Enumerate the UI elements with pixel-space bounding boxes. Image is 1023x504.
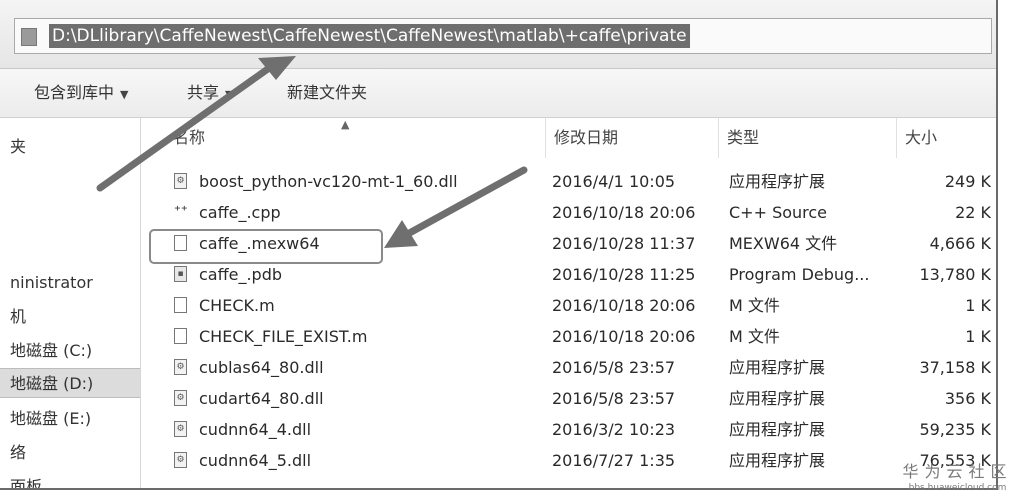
watermark: 华为云社区 bbs.huaweicloud.com — [900, 462, 1015, 494]
arrow-to-mexw64-file — [384, 166, 528, 248]
watermark-url: bbs.huaweicloud.com — [908, 483, 1007, 493]
annotation-arrows — [96, 56, 528, 248]
arrow-to-address-bar — [96, 56, 296, 192]
explorer-window: D:\DLlibrary\CaffeNewest\CaffeNewest\Caf… — [0, 0, 998, 490]
watermark-title: 华为云社区 — [902, 462, 1013, 481]
